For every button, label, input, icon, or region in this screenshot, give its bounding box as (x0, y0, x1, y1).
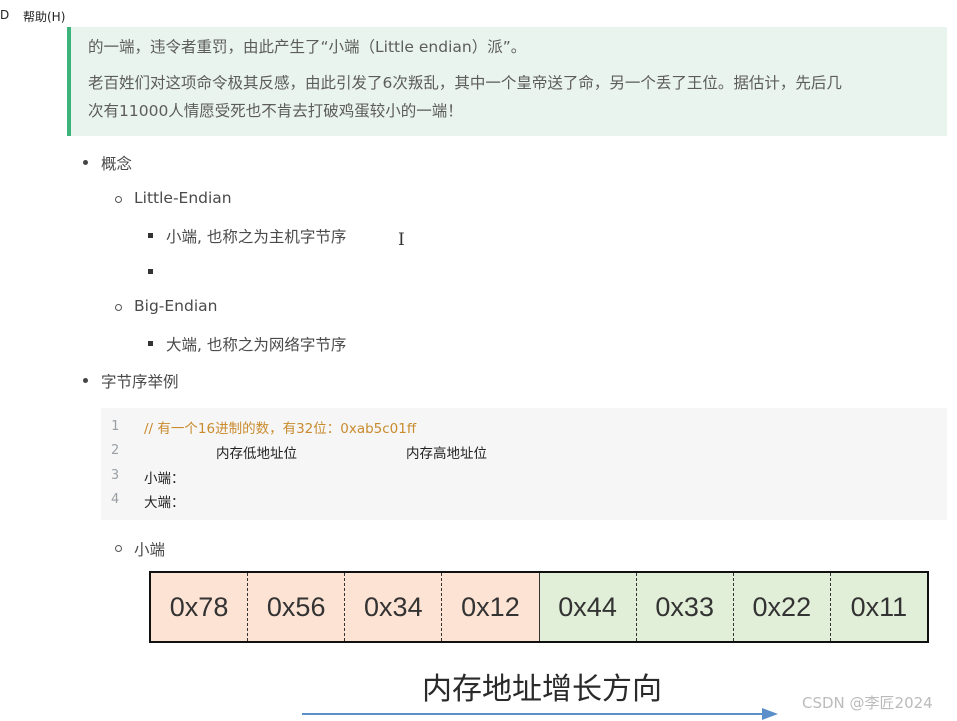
memory-cell: 0x33 (636, 573, 734, 641)
memory-cell: 0x44 (539, 573, 637, 641)
bullet-disc (83, 160, 88, 165)
text-cursor-icon: I (398, 230, 405, 250)
bullet-disc (83, 378, 88, 383)
code-small-label: 小端： (144, 471, 185, 487)
line-number: 1 (111, 418, 120, 434)
menu-item-help[interactable]: 帮助(H) (23, 8, 65, 25)
line-number: 3 (111, 467, 120, 483)
code-high-address: 内存高地址位 (406, 446, 487, 462)
bullet-circle (115, 196, 122, 203)
list-item-big-endian: Big-Endian (134, 297, 218, 315)
menu-item-partial[interactable]: D (0, 8, 9, 22)
quote-paragraph-2: 老百姓们对这项命令极其反感，由此引发了6次叛乱，其中一个皇帝送了命，另一个丢了王… (88, 69, 937, 125)
memory-cell: 0x12 (442, 573, 540, 641)
bullet-circle (115, 304, 122, 311)
bullet-circle (115, 545, 122, 552)
list-item-little-desc: 小端, 也称之为主机字节序 (166, 228, 347, 246)
bullet-square (148, 269, 153, 274)
list-item-big-desc: 大端, 也称之为网络字节序 (166, 336, 347, 354)
list-item-small-end: 小端 (134, 541, 166, 559)
list-item-little-endian: Little-Endian (134, 189, 232, 207)
watermark: CSDN @李匠2024 (802, 694, 933, 712)
memory-layout-diagram: 0x78 0x56 0x34 0x12 0x44 0x33 0x22 0x11 (149, 571, 929, 643)
memory-cell: 0x78 (151, 573, 249, 641)
quote-line-2b: 次有11000人情愿受死也不肯去打破鸡蛋较小的一端！ (88, 102, 463, 120)
bullet-square (148, 233, 153, 238)
code-block[interactable]: 1 2 3 4 // 有一个16进制的数，有32位：0xab5c01ff 内存低… (101, 408, 947, 520)
memory-cell: 0x22 (733, 573, 831, 641)
code-comment: // 有一个16进制的数，有32位：0xab5c01ff (144, 421, 417, 437)
quote-line-2a: 老百姓们对这项命令极其反感，由此引发了6次叛乱，其中一个皇帝送了命，另一个丢了王… (88, 74, 842, 92)
code-low-address: 内存低地址位 (216, 446, 297, 462)
code-big-label: 大端： (144, 495, 185, 511)
blockquote: 的一端，违令者重罚，由此产生了“小端（Little endian）派”。 老百姓… (67, 27, 947, 136)
bullet-square (148, 341, 153, 346)
list-item-byte-order-example: 字节序举例 (101, 373, 179, 391)
memory-cell: 0x11 (830, 573, 927, 641)
memory-cell: 0x34 (345, 573, 443, 641)
quote-line-1: 的一端，违令者重罚，由此产生了“小端（Little endian）派”。 (88, 38, 527, 56)
line-number: 2 (111, 442, 120, 458)
memory-cell: 0x56 (248, 573, 346, 641)
list-item-concept: 概念 (101, 155, 133, 173)
memory-direction-label: 内存地址增长方向 (422, 672, 662, 707)
line-number: 4 (111, 491, 120, 507)
